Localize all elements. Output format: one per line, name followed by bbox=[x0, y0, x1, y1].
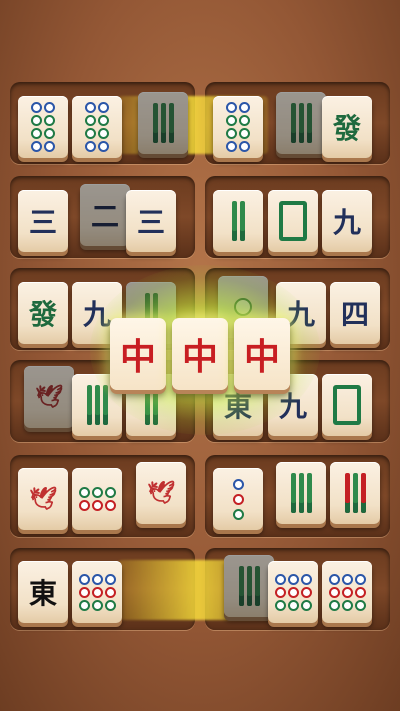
circle-dots-icon bbox=[31, 102, 55, 152]
tile-bamboo[interactable] bbox=[330, 462, 380, 524]
tile-character-two: 二 bbox=[80, 184, 130, 246]
bird-icon: 🕊 bbox=[29, 486, 57, 512]
circle-dots-icon bbox=[78, 573, 116, 611]
tile-flower[interactable]: 🕊 bbox=[136, 462, 186, 524]
tile-circle-6[interactable] bbox=[72, 468, 122, 530]
bamboo-icon bbox=[344, 473, 366, 513]
matched-tile-red-dragon: 中 bbox=[172, 318, 228, 390]
tile-circle-8[interactable] bbox=[18, 96, 68, 158]
tile-east-wind[interactable]: 東 bbox=[18, 561, 68, 623]
tile-flower: 🕊 bbox=[24, 366, 74, 428]
matched-tile-red-dragon: 中 bbox=[110, 318, 166, 390]
tile-bamboo bbox=[138, 92, 188, 154]
circle-dots-icon bbox=[232, 478, 244, 520]
bamboo-icon bbox=[290, 473, 312, 513]
tile-bamboo[interactable] bbox=[213, 190, 263, 252]
tile-flower[interactable]: 🕊 bbox=[18, 468, 68, 530]
bamboo-icon bbox=[238, 566, 260, 606]
tile-character-nine[interactable]: 九 bbox=[322, 190, 372, 252]
circle-dots-icon bbox=[85, 102, 109, 152]
bird-icon: 🕊 bbox=[35, 384, 63, 410]
bamboo-icon bbox=[231, 201, 245, 241]
tile-circle-9[interactable] bbox=[268, 561, 318, 623]
tile-green-dragon[interactable]: 發 bbox=[18, 282, 68, 344]
tile-bamboo bbox=[224, 555, 274, 617]
tile-circle-9[interactable] bbox=[72, 561, 122, 623]
circle-dots-icon bbox=[274, 573, 312, 611]
bamboo-icon bbox=[290, 103, 312, 143]
bamboo-icon bbox=[152, 103, 174, 143]
matched-tile-red-dragon: 中 bbox=[234, 318, 290, 390]
circle-dots-icon bbox=[226, 102, 250, 152]
tile-character-three[interactable]: 三 bbox=[18, 190, 68, 252]
tile-circle-8[interactable] bbox=[213, 96, 263, 158]
tile-circle-3[interactable] bbox=[213, 468, 263, 530]
tile-green-dragon[interactable]: 發 bbox=[322, 96, 372, 158]
tile-white-dragon[interactable] bbox=[268, 190, 318, 252]
circle-dots-icon bbox=[328, 573, 366, 611]
game-board: 發 三 二 三 九 發 九 九 四 🕊 東 九 中 中 中 🕊 bbox=[0, 0, 400, 711]
tile-circle-9[interactable] bbox=[322, 561, 372, 623]
tile-bamboo[interactable] bbox=[276, 462, 326, 524]
frame-icon bbox=[333, 385, 361, 425]
tile-character-four[interactable]: 四 bbox=[330, 282, 380, 344]
tile-white-dragon[interactable] bbox=[322, 374, 372, 436]
circle-dots-icon bbox=[78, 487, 116, 511]
tile-character-three[interactable]: 三 bbox=[126, 190, 176, 252]
tile-bamboo bbox=[276, 92, 326, 154]
bird-icon: 🕊 bbox=[147, 480, 175, 506]
tile-circle-8[interactable] bbox=[72, 96, 122, 158]
frame-icon bbox=[279, 201, 307, 241]
